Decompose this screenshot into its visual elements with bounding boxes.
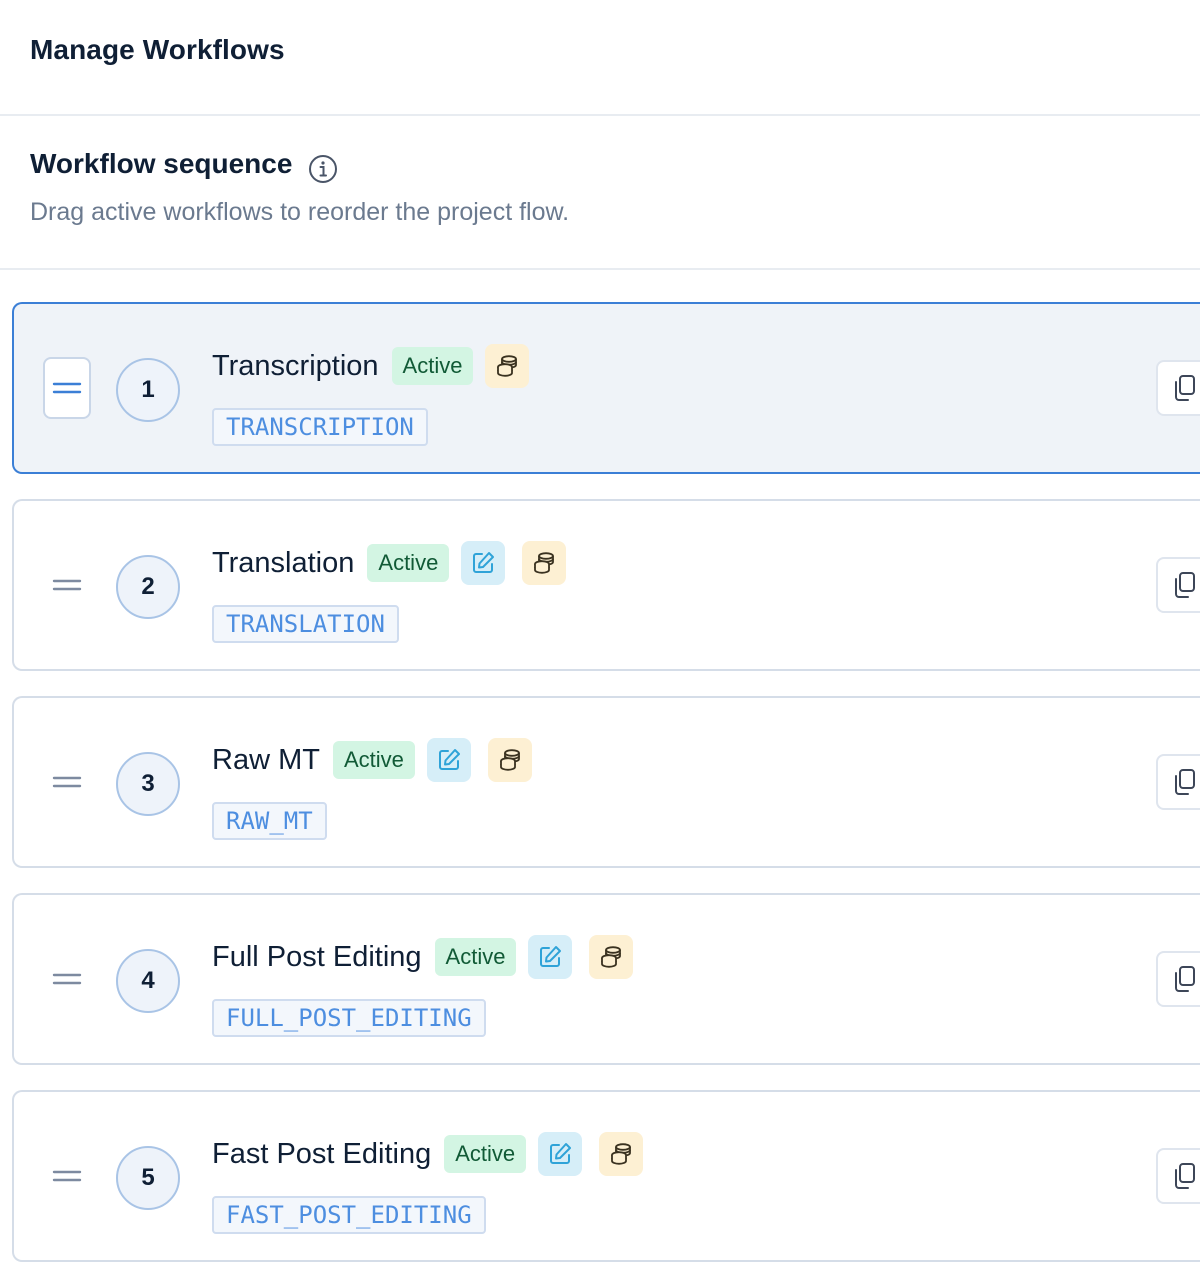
drag-handle[interactable] — [43, 1145, 91, 1207]
copy-icon — [1175, 966, 1195, 992]
workflow-card-fast-post-editing[interactable]: 5 Fast Post Editing Active FAST_POST_EDI… — [12, 1090, 1200, 1262]
info-icon[interactable] — [307, 153, 339, 185]
copy-icon — [1175, 375, 1195, 401]
database-icon — [499, 749, 520, 771]
edit-button[interactable] — [538, 1132, 583, 1176]
manage-workflows-panel: Manage Workflows Workflow sequence Drag … — [0, 0, 1200, 1282]
edit-button[interactable] — [528, 935, 573, 979]
drag-handle[interactable] — [43, 554, 91, 616]
copy-icon — [1175, 1163, 1195, 1189]
page-title: Manage Workflows — [30, 34, 285, 65]
workflow-code: TRANSLATION — [212, 605, 399, 643]
panel-header: Manage Workflows — [0, 0, 1200, 116]
workflow-sequence-section: Workflow sequence Drag active workflows … — [0, 116, 1200, 270]
database-icon — [497, 355, 518, 377]
edit-button[interactable] — [461, 541, 506, 585]
drag-handle[interactable] — [43, 357, 91, 419]
order-number: 3 — [116, 752, 180, 816]
workflow-title-row: Transcription Active — [212, 344, 546, 388]
database-button[interactable] — [599, 1132, 644, 1176]
status-badge: Active — [332, 741, 415, 779]
database-icon — [601, 946, 622, 968]
status-badge: Active — [367, 544, 450, 582]
database-button[interactable] — [589, 935, 634, 979]
order-number: 5 — [116, 1146, 180, 1210]
copy-button[interactable] — [1156, 951, 1200, 1007]
copy-button[interactable] — [1156, 754, 1200, 810]
workflow-card-full-post-editing[interactable]: 4 Full Post Editing Active FULL_POST_EDI… — [12, 893, 1200, 1065]
edit-icon — [438, 749, 460, 770]
section-title: Workflow sequence — [30, 148, 293, 179]
copy-icon — [1175, 769, 1195, 795]
workflow-name: Transcription — [212, 349, 379, 382]
workflow-title-row: Translation Active — [212, 541, 583, 585]
drag-handle-icon — [52, 1170, 82, 1182]
workflow-title-row: Raw MT Active — [212, 738, 549, 782]
copy-button[interactable] — [1156, 557, 1200, 613]
workflow-code: TRANSCRIPTION — [212, 408, 428, 446]
database-button[interactable] — [487, 738, 532, 782]
status-badge: Active — [434, 938, 517, 976]
workflow-title-row: Fast Post Editing Active — [212, 1132, 660, 1176]
section-subtitle: Drag active workflows to reorder the pro… — [30, 198, 570, 226]
drag-handle[interactable] — [43, 948, 91, 1010]
drag-handle[interactable] — [43, 751, 91, 813]
order-number: 1 — [116, 358, 180, 422]
database-icon — [611, 1143, 632, 1165]
workflow-name: Full Post Editing — [212, 940, 422, 973]
database-icon — [534, 552, 555, 574]
copy-icon — [1175, 572, 1195, 598]
drag-handle-icon — [52, 776, 82, 788]
workflow-name: Translation — [212, 546, 355, 579]
status-badge: Active — [391, 347, 474, 385]
copy-button[interactable] — [1156, 1148, 1200, 1204]
workflow-card-translation[interactable]: 2 Translation Active TRANSLATION — [12, 499, 1200, 671]
workflow-card-transcription[interactable]: 1 Transcription Active TRANSCRIPTION — [12, 302, 1200, 474]
workflow-name: Fast Post Editing — [212, 1137, 432, 1170]
drag-handle-icon — [52, 382, 82, 394]
workflow-code: FULL_POST_EDITING — [212, 999, 486, 1037]
order-number: 2 — [116, 555, 180, 619]
drag-handle-icon — [52, 973, 82, 985]
workflow-code: FAST_POST_EDITING — [212, 1196, 486, 1234]
order-number: 4 — [116, 949, 180, 1013]
workflow-title-row: Full Post Editing Active — [212, 935, 650, 979]
workflow-name: Raw MT — [212, 743, 320, 776]
edit-icon — [473, 552, 495, 573]
drag-handle-icon — [52, 579, 82, 591]
database-button[interactable] — [522, 541, 567, 585]
workflow-card-raw-mt[interactable]: 3 Raw MT Active RAW_MT — [12, 696, 1200, 868]
edit-button[interactable] — [426, 738, 471, 782]
database-button[interactable] — [485, 344, 530, 388]
edit-icon — [550, 1143, 572, 1164]
copy-button[interactable] — [1156, 360, 1200, 416]
workflow-code: RAW_MT — [212, 802, 327, 840]
edit-icon — [540, 946, 562, 967]
status-badge: Active — [444, 1135, 527, 1173]
